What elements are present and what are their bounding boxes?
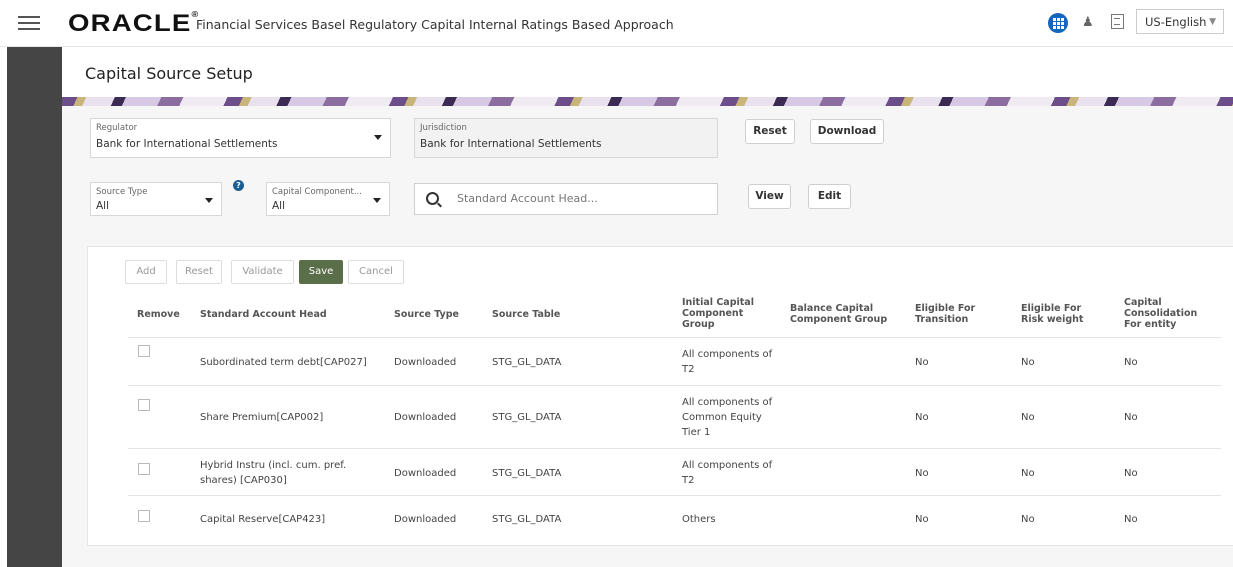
column-header-source-type[interactable]: Source Type bbox=[394, 309, 459, 320]
cell-initial-capital: All components of Common Equity Tier 1 bbox=[682, 397, 773, 438]
source-type-select[interactable]: Source Type All bbox=[90, 182, 222, 216]
column-header-balance-capital[interactable]: Balance Capital Component Group bbox=[790, 303, 890, 325]
cancel-button[interactable]: Cancel bbox=[348, 260, 404, 284]
view-button[interactable]: View bbox=[748, 184, 791, 209]
reset-button[interactable]: Reset bbox=[745, 119, 795, 144]
download-button[interactable]: Download bbox=[810, 119, 884, 144]
help-icon[interactable]: ? bbox=[233, 180, 244, 191]
cell-account-head: Subordinated term debt[CAP027] bbox=[200, 357, 367, 368]
search-icon bbox=[426, 192, 439, 205]
cell-initial-capital: Others bbox=[682, 514, 716, 525]
remove-checkbox[interactable] bbox=[138, 463, 150, 475]
dropdown-arrow-icon bbox=[205, 198, 213, 203]
hamburger-menu-icon[interactable] bbox=[18, 16, 40, 30]
cell-capital-consolidation: No bbox=[1124, 514, 1138, 525]
column-header-eligible-transition[interactable]: Eligible For Transition bbox=[915, 303, 995, 325]
cell-source-table: STG_GL_DATA bbox=[492, 514, 562, 525]
cell-eligible-risk: No bbox=[1021, 357, 1035, 368]
column-header-capital-consolidation[interactable]: Capital Consolidation For entity bbox=[1124, 297, 1214, 330]
validate-button[interactable]: Validate bbox=[231, 260, 294, 284]
cell-initial-capital: All components of T2 bbox=[682, 349, 773, 375]
capital-component-select[interactable]: Capital Component... All bbox=[266, 182, 390, 216]
cell-eligible-transition: No bbox=[915, 357, 929, 368]
column-header-source-table[interactable]: Source Table bbox=[492, 309, 560, 320]
cell-initial-capital: All components of T2 bbox=[682, 460, 773, 486]
chevron-down-icon: ▼ bbox=[1209, 17, 1216, 27]
remove-checkbox[interactable] bbox=[138, 510, 150, 522]
remove-checkbox[interactable] bbox=[138, 345, 150, 357]
cell-eligible-transition: No bbox=[915, 468, 929, 479]
column-header-remove: Remove bbox=[137, 309, 180, 320]
remove-checkbox[interactable] bbox=[138, 399, 150, 411]
cell-source-table: STG_GL_DATA bbox=[492, 357, 562, 368]
cell-account-head: Capital Reserve[CAP423] bbox=[200, 514, 326, 525]
cell-capital-consolidation: No bbox=[1124, 412, 1138, 423]
column-header-initial-capital[interactable]: Initial Capital Component Group bbox=[682, 297, 764, 330]
cell-source-type: Downloaded bbox=[394, 468, 457, 479]
table-reset-button[interactable]: Reset bbox=[176, 260, 222, 284]
dropdown-arrow-icon bbox=[373, 198, 381, 203]
search-input[interactable] bbox=[455, 191, 699, 206]
cell-source-table: STG_GL_DATA bbox=[492, 412, 562, 423]
cell-capital-consolidation: No bbox=[1124, 468, 1138, 479]
cell-account-head: Hybrid Instru (incl. cum. pref. shares) … bbox=[200, 460, 347, 486]
user-icon[interactable]: ♟ bbox=[1082, 15, 1094, 30]
app-title: Financial Services Basel Regulatory Capi… bbox=[196, 17, 674, 32]
oracle-logo: ORACLE® bbox=[68, 10, 200, 37]
row-divider bbox=[128, 385, 1221, 386]
save-button[interactable]: Save bbox=[299, 260, 343, 284]
cell-source-type: Downloaded bbox=[394, 514, 457, 525]
page-title: Capital Source Setup bbox=[85, 64, 253, 83]
dropdown-arrow-icon bbox=[374, 135, 382, 140]
cell-eligible-risk: No bbox=[1021, 468, 1035, 479]
document-icon[interactable] bbox=[1111, 14, 1124, 29]
cell-source-type: Downloaded bbox=[394, 412, 457, 423]
row-divider bbox=[128, 495, 1221, 496]
search-field[interactable] bbox=[414, 183, 718, 215]
cell-eligible-risk: No bbox=[1021, 514, 1035, 525]
edit-button[interactable]: Edit bbox=[808, 184, 851, 209]
header-divider bbox=[128, 337, 1221, 338]
language-select[interactable]: US-English ▼ bbox=[1136, 9, 1224, 34]
cell-capital-consolidation: No bbox=[1124, 357, 1138, 368]
cell-eligible-transition: No bbox=[915, 514, 929, 525]
cell-eligible-risk: No bbox=[1021, 412, 1035, 423]
cell-account-head: Share Premium[CAP002] bbox=[200, 412, 324, 423]
top-bar: ORACLE® Financial Services Basel Regulat… bbox=[0, 0, 1233, 47]
cell-source-type: Downloaded bbox=[394, 357, 457, 368]
left-navigation-rail bbox=[7, 47, 62, 567]
row-divider bbox=[128, 448, 1221, 449]
add-button[interactable]: Add bbox=[125, 260, 167, 284]
cell-eligible-transition: No bbox=[915, 412, 929, 423]
cell-source-table: STG_GL_DATA bbox=[492, 468, 562, 479]
column-header-eligible-risk[interactable]: Eligible For Risk weight bbox=[1021, 303, 1101, 325]
decorative-banner bbox=[62, 97, 1233, 106]
jurisdiction-field: Jurisdiction Bank for International Sett… bbox=[414, 118, 718, 158]
regulator-select[interactable]: Regulator Bank for International Settlem… bbox=[90, 118, 391, 158]
column-header-standard-account-head[interactable]: Standard Account Head bbox=[200, 309, 327, 320]
table-panel bbox=[87, 246, 1233, 546]
apps-grid-icon[interactable] bbox=[1048, 13, 1068, 33]
